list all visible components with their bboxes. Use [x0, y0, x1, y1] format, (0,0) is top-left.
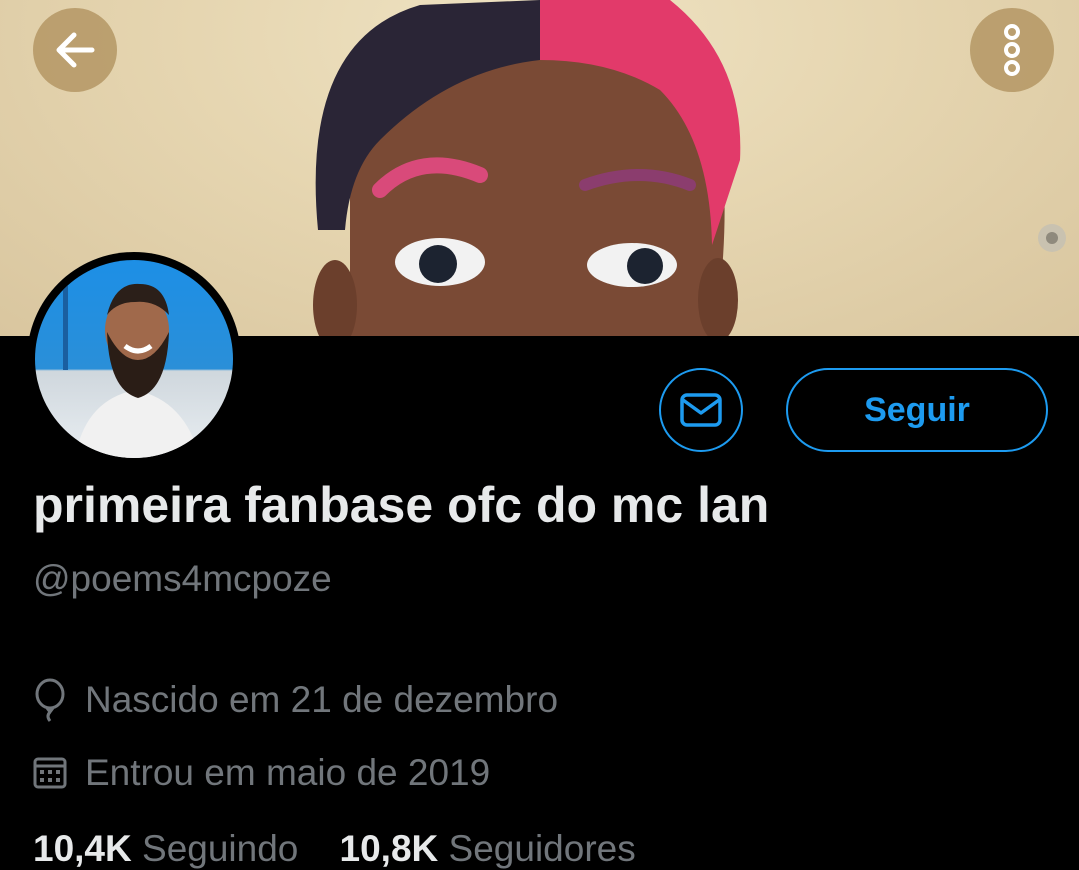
- following-count: 10,4K: [33, 828, 132, 869]
- more-vertical-icon: [1004, 24, 1020, 76]
- follow-stats: 10,4K Seguindo 10,8K Seguidores: [33, 828, 636, 870]
- birthday-row: Nascido em 21 de dezembro: [33, 678, 558, 722]
- display-name: primeira fanbase ofc do mc lan: [33, 477, 770, 533]
- handle: @poems4mcpoze: [33, 558, 332, 599]
- birthday-text: Nascido em 21 de dezembro: [85, 679, 559, 720]
- calendar-icon: [33, 757, 67, 789]
- following-label: Seguindo: [142, 828, 299, 869]
- back-button[interactable]: [33, 8, 117, 92]
- followers-label: Seguidores: [448, 828, 636, 869]
- joined-text: Entrou em maio de 2019: [85, 752, 491, 793]
- joined-row: Entrou em maio de 2019: [33, 752, 490, 794]
- following-link[interactable]: 10,4K Seguindo: [33, 828, 298, 869]
- followers-link[interactable]: 10,8K Seguidores: [340, 828, 636, 869]
- balloon-icon: [35, 678, 65, 722]
- avatar[interactable]: [27, 252, 241, 466]
- envelope-icon: [680, 393, 722, 427]
- followers-count: 10,8K: [339, 828, 439, 869]
- avatar-photo: [35, 260, 233, 458]
- message-button[interactable]: [659, 368, 743, 452]
- more-options-button[interactable]: [970, 8, 1054, 92]
- arrow-left-icon: [56, 32, 95, 68]
- follow-button[interactable]: Seguir: [786, 368, 1048, 452]
